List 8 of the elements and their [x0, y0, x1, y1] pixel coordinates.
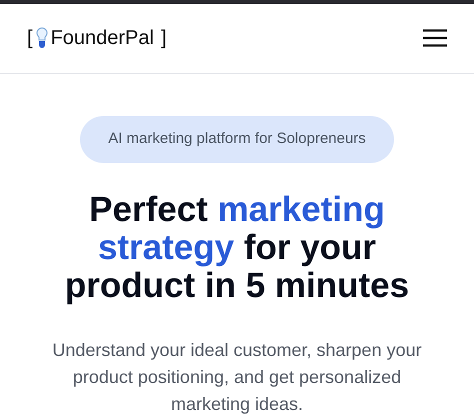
lightbulb-icon: [36, 27, 48, 50]
tagline-badge: AI marketing platform for Solopreneurs: [80, 116, 394, 163]
headline: Perfect marketing strategy for your product in 5 minutes: [64, 191, 410, 305]
description: Understand your ideal customer, sharpen your product positioning, and get personalized marketing ideas.: [51, 339, 423, 416]
logo-bracket: ]: [160, 26, 167, 52]
logo-text[interactable]: FounderPal: [50, 23, 154, 54]
menu-icon[interactable]: [423, 29, 447, 48]
logo-bracket: [: [27, 26, 33, 52]
